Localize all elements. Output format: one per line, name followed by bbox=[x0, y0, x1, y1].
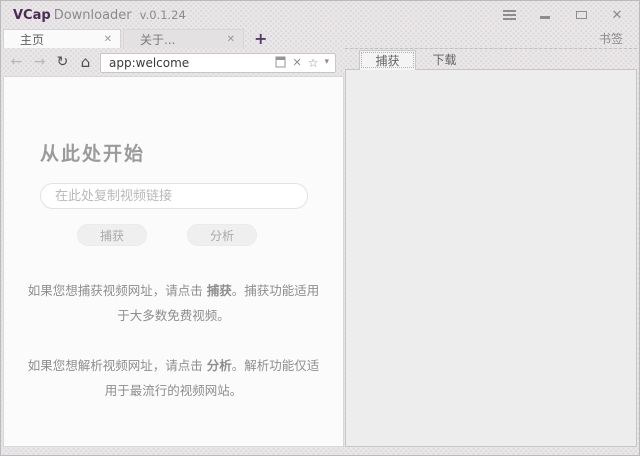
text-segment: 如果您想捕获视频网址，请点击 bbox=[28, 283, 207, 298]
address-dropdown-icon[interactable]: ▾ bbox=[324, 58, 329, 67]
minimize-button[interactable] bbox=[527, 1, 563, 29]
analyze-help-text: 如果您想解析视频网址，请点击 分析。解析功能仅适用于最流行的视频网站。 bbox=[25, 353, 323, 403]
main-area: ← → ↻ ⌂ ✕ ☆ ▾ 从此处开始 捕获 bbox=[1, 49, 639, 455]
window-controls: ✕ bbox=[491, 1, 635, 29]
video-link-input[interactable] bbox=[40, 183, 308, 209]
close-button[interactable]: ✕ bbox=[599, 1, 635, 29]
capture-list bbox=[345, 69, 637, 447]
tab-about[interactable]: 关于... ✕ bbox=[123, 29, 244, 48]
home-icon[interactable]: ⌂ bbox=[74, 49, 97, 76]
panel-tab-bar: 捕获 下载 bbox=[345, 49, 637, 69]
app-version: v.0.1.24 bbox=[140, 8, 186, 22]
new-tab-button[interactable]: + bbox=[254, 30, 267, 48]
action-buttons: 捕获 分析 bbox=[77, 224, 343, 246]
tab-home[interactable]: 主页 ✕ bbox=[3, 29, 121, 48]
capture-button[interactable]: 捕获 bbox=[77, 224, 147, 246]
app-window: VCap Downloader v.0.1.24 ✕ 主页 ✕ 关于... ✕ … bbox=[0, 0, 640, 456]
text-segment: 如果您想解析视频网址，请点击 bbox=[28, 358, 207, 373]
text-segment-bold: 捕获 bbox=[207, 283, 232, 298]
app-brand: VCap bbox=[13, 8, 51, 23]
clear-address-icon[interactable]: ✕ bbox=[292, 57, 301, 68]
address-input[interactable] bbox=[103, 55, 273, 71]
analyze-button[interactable]: 分析 bbox=[187, 224, 257, 246]
bookmarks-button[interactable]: 书签 bbox=[599, 30, 623, 47]
hamburger-menu-icon bbox=[503, 10, 516, 12]
minimize-icon bbox=[540, 16, 550, 19]
close-icon: ✕ bbox=[612, 9, 623, 22]
maximize-button[interactable] bbox=[563, 1, 599, 29]
bookmark-star-icon[interactable]: ☆ bbox=[308, 57, 319, 69]
text-segment-bold: 分析 bbox=[207, 358, 232, 373]
tab-capture[interactable]: 捕获 bbox=[359, 50, 416, 70]
maximize-icon bbox=[576, 11, 587, 19]
browser-tab-bar: 主页 ✕ 关于... ✕ + 书签 bbox=[1, 29, 639, 49]
tab-close-icon[interactable]: ✕ bbox=[104, 34, 112, 45]
forward-icon[interactable]: → bbox=[28, 49, 51, 76]
tab-download[interactable]: 下载 bbox=[416, 50, 473, 69]
capture-panel: 捕获 下载 bbox=[345, 48, 637, 455]
capture-help-text: 如果您想捕获视频网址，请点击 捕获。捕获功能适用于大多数免费视频。 bbox=[25, 278, 323, 328]
welcome-page: 从此处开始 捕获 分析 如果您想捕获视频网址，请点击 捕获。捕获功能适用于大多数… bbox=[3, 76, 344, 447]
page-thumbnail-icon[interactable] bbox=[275, 53, 286, 72]
menu-button[interactable] bbox=[491, 1, 527, 29]
tab-label: 关于... bbox=[140, 31, 221, 48]
tab-close-icon[interactable]: ✕ bbox=[227, 34, 235, 45]
page-title: 从此处开始 bbox=[40, 139, 343, 166]
app-name: Downloader bbox=[54, 8, 132, 23]
navigation-toolbar: ← → ↻ ⌂ ✕ ☆ ▾ bbox=[3, 49, 344, 76]
back-icon[interactable]: ← bbox=[5, 49, 28, 76]
refresh-icon[interactable]: ↻ bbox=[51, 49, 74, 76]
address-bar[interactable]: ✕ ☆ ▾ bbox=[100, 53, 336, 73]
browser-pane: ← → ↻ ⌂ ✕ ☆ ▾ 从此处开始 捕获 bbox=[3, 49, 344, 455]
title-bar: VCap Downloader v.0.1.24 ✕ bbox=[1, 1, 639, 29]
tab-label: 主页 bbox=[20, 31, 98, 48]
